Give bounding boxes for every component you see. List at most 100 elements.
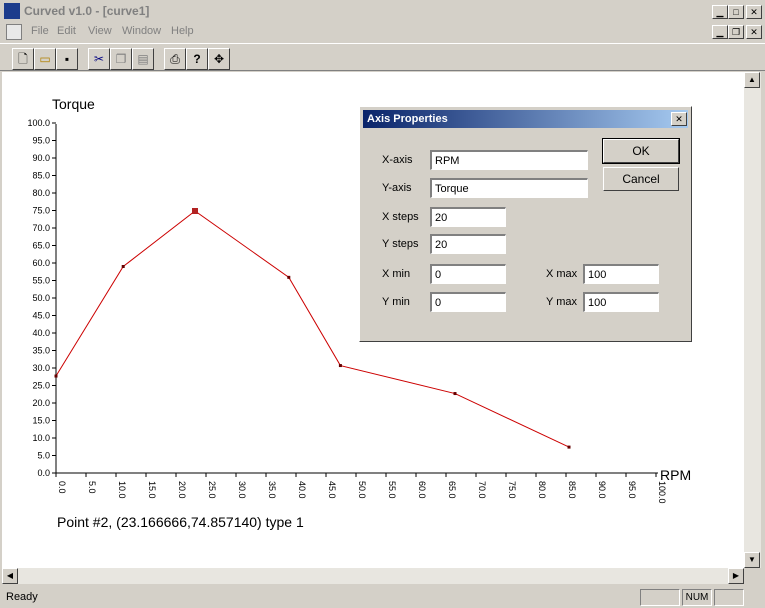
x-tick-label: 0.0 <box>57 481 67 494</box>
x-tick-label: 25.0 <box>207 481 217 499</box>
copy-icon[interactable]: ❐ <box>110 48 132 70</box>
menu-bar: File Edit View Window Help ▁ ❐ ✕ <box>0 22 765 42</box>
y-tick-label: 65.0 <box>32 241 50 251</box>
y-steps-input[interactable] <box>430 234 506 254</box>
x-tick-label: 80.0 <box>537 481 547 499</box>
y-axis-label: Torque <box>52 96 95 112</box>
x-tick-label: 5.0 <box>87 481 97 494</box>
y-tick-label: 10.0 <box>32 433 50 443</box>
new-file-icon[interactable]: 🗋 <box>12 48 34 70</box>
x-tick-label: 100.0 <box>657 481 667 504</box>
y-tick-label: 35.0 <box>32 346 50 356</box>
child-close-button[interactable]: ✕ <box>746 25 762 39</box>
status-bar: Ready NUM <box>0 587 765 608</box>
selected-data-point[interactable] <box>192 208 198 215</box>
scroll-right-icon[interactable]: ▶ <box>728 568 744 584</box>
y-tick-label: 70.0 <box>32 223 50 233</box>
y-tick-label: 15.0 <box>32 416 50 426</box>
data-point[interactable] <box>567 445 571 449</box>
help-question-icon[interactable]: ? <box>186 48 208 70</box>
y-min-input[interactable] <box>430 292 506 312</box>
ok-button[interactable]: OK <box>602 138 680 164</box>
dialog-title-bar: Axis Properties ✕ <box>363 110 688 128</box>
x-axis-input[interactable] <box>430 150 588 170</box>
y-min-label: Y min <box>382 296 410 308</box>
status-panel <box>640 589 680 606</box>
horizontal-scrollbar[interactable]: ◀ ▶ <box>2 568 744 584</box>
y-tick-label: 90.0 <box>32 153 50 163</box>
toolbar: 🗋 ▭ ▪ ✂ ❐ ▤ ⎙ ? ✥ <box>0 43 765 71</box>
data-point[interactable] <box>338 364 342 368</box>
title-bar: Curved v1.0 - [curve1] ▁ □ ✕ <box>0 0 765 22</box>
data-point[interactable] <box>287 275 291 279</box>
menu-edit[interactable]: Edit <box>57 25 76 37</box>
move-arrows-icon[interactable]: ✥ <box>208 48 230 70</box>
point-info: Point #2, (23.166666,74.857140) type 1 <box>57 514 304 530</box>
scroll-left-icon[interactable]: ◀ <box>2 568 18 584</box>
print-icon[interactable]: ⎙ <box>164 48 186 70</box>
menu-view[interactable]: View <box>88 25 112 37</box>
y-axis-input[interactable] <box>430 178 588 198</box>
x-max-input[interactable] <box>583 264 659 284</box>
window-title: Curved v1.0 - [curve1] <box>24 4 150 18</box>
dialog-title: Axis Properties <box>367 113 448 125</box>
x-tick-label: 60.0 <box>417 481 427 499</box>
maximize-button[interactable]: □ <box>728 5 744 19</box>
x-min-input[interactable] <box>430 264 506 284</box>
x-tick-label: 90.0 <box>597 481 607 499</box>
y-tick-label: 60.0 <box>32 258 50 268</box>
y-max-label: Y max <box>546 296 577 308</box>
x-steps-label: X steps <box>382 211 419 223</box>
scroll-down-icon[interactable]: ▼ <box>744 552 760 568</box>
x-tick-label: 85.0 <box>567 481 577 499</box>
status-text: Ready <box>6 591 38 603</box>
child-restore-button[interactable]: ❐ <box>728 25 744 39</box>
x-tick-label: 35.0 <box>267 481 277 499</box>
data-point[interactable] <box>121 265 125 268</box>
document-icon[interactable] <box>6 24 22 40</box>
save-disk-icon[interactable]: ▪ <box>56 48 78 70</box>
vertical-scrollbar[interactable]: ▲ ▼ <box>744 72 761 568</box>
y-tick-label: 100.0 <box>27 118 50 128</box>
y-tick-label: 55.0 <box>32 276 50 286</box>
x-tick-label: 75.0 <box>507 481 517 499</box>
x-tick-label: 15.0 <box>147 481 157 499</box>
data-point[interactable] <box>54 374 58 378</box>
y-tick-label: 25.0 <box>32 381 50 391</box>
x-tick-label: 50.0 <box>357 481 367 499</box>
dialog-close-button[interactable]: ✕ <box>671 112 687 126</box>
cancel-button[interactable]: Cancel <box>603 167 679 191</box>
app-icon[interactable] <box>4 3 20 19</box>
x-tick-label: 10.0 <box>117 481 127 499</box>
x-tick-label: 45.0 <box>327 481 337 499</box>
y-tick-label: 45.0 <box>32 311 50 321</box>
menu-window[interactable]: Window <box>122 25 161 37</box>
y-tick-label: 85.0 <box>32 171 50 181</box>
axis-properties-dialog: Axis Properties ✕ X-axis Y-axis X steps … <box>359 106 692 342</box>
y-steps-label: Y steps <box>382 238 419 250</box>
y-axis-field-label: Y-axis <box>382 182 412 194</box>
x-tick-label: 65.0 <box>447 481 457 499</box>
y-tick-label: 75.0 <box>32 206 50 216</box>
close-button[interactable]: ✕ <box>746 5 762 19</box>
menu-help[interactable]: Help <box>171 25 194 37</box>
x-tick-label: 40.0 <box>297 481 307 499</box>
paste-icon[interactable]: ▤ <box>132 48 154 70</box>
data-point[interactable] <box>453 392 457 396</box>
y-max-input[interactable] <box>583 292 659 312</box>
scroll-up-icon[interactable]: ▲ <box>744 72 760 88</box>
menu-file[interactable]: File <box>31 25 49 37</box>
x-min-label: X min <box>382 268 411 280</box>
status-panel-scroll <box>714 589 744 606</box>
y-tick-label: 50.0 <box>32 293 50 303</box>
child-minimize-button[interactable]: ▁ <box>712 25 728 39</box>
minimize-button[interactable]: ▁ <box>712 5 728 19</box>
y-tick-label: 95.0 <box>32 136 50 146</box>
cut-scissors-icon[interactable]: ✂ <box>88 48 110 70</box>
x-tick-label: 30.0 <box>237 481 247 499</box>
x-tick-label: 55.0 <box>387 481 397 499</box>
y-tick-label: 20.0 <box>32 398 50 408</box>
open-folder-icon[interactable]: ▭ <box>34 48 56 70</box>
x-steps-input[interactable] <box>430 207 506 227</box>
y-tick-label: 5.0 <box>37 451 50 461</box>
